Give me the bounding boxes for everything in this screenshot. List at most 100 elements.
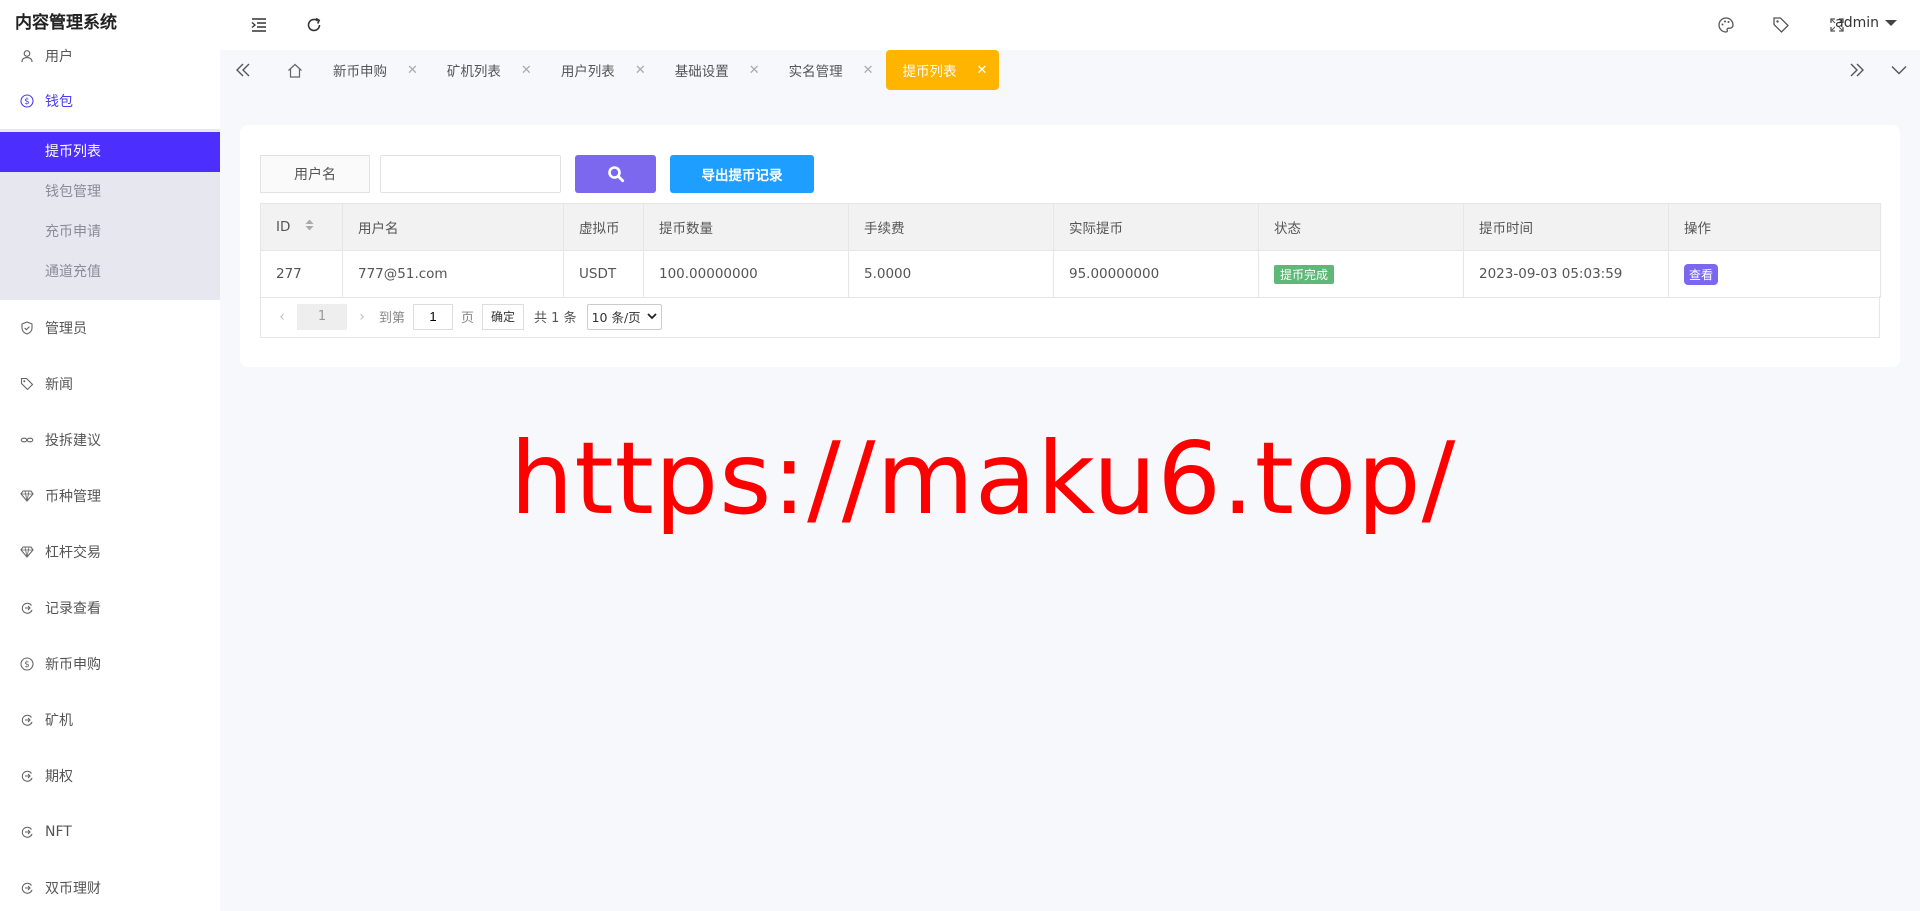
column-header-action: 操作 bbox=[1668, 203, 1881, 251]
username-label: 用户名 bbox=[260, 155, 370, 193]
svg-text:$: $ bbox=[24, 660, 29, 670]
tab-scroll-right-button[interactable] bbox=[1836, 50, 1878, 90]
tab-miner-list[interactable]: 矿机列表 ✕ bbox=[430, 50, 544, 90]
circle-arrow-icon bbox=[21, 826, 33, 838]
current-page: 1 bbox=[297, 303, 347, 330]
chevron-down-icon bbox=[647, 313, 657, 320]
sidebar-item-news[interactable]: 新闻 bbox=[0, 356, 220, 412]
circle-arrow-icon bbox=[21, 714, 33, 726]
sidebar-item-miner[interactable]: 矿机 bbox=[0, 692, 220, 748]
view-button[interactable]: 查看 bbox=[1684, 263, 1719, 285]
tab-real-name[interactable]: 实名管理 ✕ bbox=[772, 50, 886, 90]
cell-status: 提币完成 bbox=[1258, 250, 1464, 298]
collapse-menu-button[interactable] bbox=[248, 14, 270, 36]
sidebar-item-label: 双币理财 bbox=[45, 881, 101, 897]
sidebar-item-wallet[interactable]: $ 钱包 bbox=[0, 73, 220, 129]
tab-label: 提币列表 bbox=[902, 64, 957, 80]
tab-home[interactable] bbox=[274, 50, 316, 90]
column-header-label: ID bbox=[276, 219, 291, 235]
double-chevron-left-icon bbox=[236, 63, 250, 77]
column-header-id[interactable]: ID bbox=[260, 203, 343, 251]
sidebar-item-admin[interactable]: 管理员 bbox=[0, 300, 220, 356]
sidebar-menu: 用户 $ 钱包 提币列表 钱包管理 充币申请 通道充值 管理员 新闻 投拆建议 … bbox=[0, 39, 220, 911]
tab-new-coin-subscribe[interactable]: 新币申购 ✕ bbox=[316, 50, 430, 90]
column-header-status: 状态 bbox=[1258, 203, 1464, 251]
search-button[interactable] bbox=[575, 155, 656, 193]
sidebar-item-leverage[interactable]: 杠杆交易 bbox=[0, 524, 220, 580]
home-icon bbox=[288, 63, 302, 78]
table-row: 277 777@51.com USDT 100.00000000 5.0000 … bbox=[260, 250, 1881, 298]
cell-amount: 100.00000000 bbox=[643, 250, 849, 298]
cell-actual: 95.00000000 bbox=[1053, 250, 1259, 298]
tab-withdraw-list[interactable]: 提币列表 ✕ bbox=[885, 50, 1000, 90]
sidebar-item-records[interactable]: 记录查看 bbox=[0, 580, 220, 636]
caret-down-icon bbox=[1885, 20, 1897, 26]
cell-username: 777@51.com bbox=[342, 250, 564, 298]
next-page-icon[interactable]: › bbox=[353, 309, 371, 325]
sidebar-subitem-deposit-apply[interactable]: 充币申请 bbox=[0, 212, 220, 252]
column-header-username: 用户名 bbox=[342, 203, 564, 251]
close-icon[interactable]: ✕ bbox=[407, 63, 418, 78]
close-icon[interactable]: ✕ bbox=[635, 63, 646, 78]
tab-bar: 新币申购 ✕ 矿机列表 ✕ 用户列表 ✕ 基础设置 ✕ 实名管理 ✕ 提币列表 … bbox=[220, 50, 1920, 90]
dollar-circle-icon: $ bbox=[20, 94, 34, 108]
circle-arrow-icon bbox=[21, 602, 33, 614]
search-row: 用户名 导出提币记录 bbox=[260, 155, 814, 193]
page-size-select[interactable]: 10 条/页 bbox=[586, 303, 662, 330]
sidebar-item-label: 新闻 bbox=[45, 377, 73, 393]
sidebar-item-label: 币种管理 bbox=[45, 489, 101, 505]
close-icon[interactable]: ✕ bbox=[863, 63, 874, 78]
palette-icon[interactable] bbox=[1716, 15, 1736, 35]
tab-scroll-left-button[interactable] bbox=[222, 50, 264, 90]
shield-icon bbox=[21, 321, 33, 335]
chevron-down-icon bbox=[1891, 66, 1907, 75]
sidebar-item-nft[interactable]: NFT bbox=[0, 804, 220, 860]
indent-icon bbox=[251, 18, 266, 32]
link-icon bbox=[20, 437, 34, 443]
cell-action: 查看 bbox=[1668, 250, 1881, 298]
goto-page-input[interactable] bbox=[413, 303, 454, 330]
withdraw-list-card: 用户名 导出提币记录 ID 用户名 虚拟币 提币数量 手续费 实际提币 状态 提… bbox=[240, 125, 1900, 367]
username-search-input[interactable] bbox=[380, 155, 561, 193]
page-unit-label: 页 bbox=[461, 311, 475, 326]
export-withdraw-records-button[interactable]: 导出提币记录 bbox=[670, 155, 814, 193]
sidebar-item-label: NFT bbox=[45, 824, 72, 840]
app-root: 内容管理系统 用户 $ 钱包 提币列表 钱包管理 充币申请 通道充值 管理员 新… bbox=[0, 0, 1920, 911]
search-icon bbox=[607, 166, 624, 183]
refresh-button[interactable] bbox=[303, 14, 325, 36]
circle-arrow-icon bbox=[21, 770, 33, 782]
sidebar-item-coin-manage[interactable]: 币种管理 bbox=[0, 468, 220, 524]
sidebar-subitem-withdraw-list[interactable]: 提币列表 bbox=[0, 132, 220, 172]
sidebar-item-label: 期权 bbox=[45, 769, 73, 785]
diamond-icon bbox=[20, 490, 34, 502]
sidebar-item-complaints[interactable]: 投拆建议 bbox=[0, 412, 220, 468]
user-menu[interactable]: admin bbox=[1835, 15, 1897, 31]
tab-label: 基础设置 bbox=[674, 64, 729, 80]
close-icon[interactable]: ✕ bbox=[977, 63, 988, 78]
table-header-row: ID 用户名 虚拟币 提币数量 手续费 实际提币 状态 提币时间 操作 bbox=[260, 203, 1881, 251]
sort-icon[interactable] bbox=[305, 219, 314, 235]
column-header-fee: 手续费 bbox=[848, 203, 1054, 251]
sidebar-subitem-channel-recharge[interactable]: 通道充值 bbox=[0, 252, 220, 292]
tab-user-list[interactable]: 用户列表 ✕ bbox=[544, 50, 658, 90]
close-icon[interactable]: ✕ bbox=[749, 63, 760, 78]
tab-label: 矿机列表 bbox=[446, 64, 501, 80]
tag-icon[interactable] bbox=[1771, 15, 1791, 35]
tag-icon bbox=[20, 377, 34, 391]
dollar-circle-icon: $ bbox=[20, 657, 34, 671]
tab-menu-button[interactable] bbox=[1878, 50, 1920, 90]
column-header-time: 提币时间 bbox=[1463, 203, 1669, 251]
sidebar-item-dual-currency[interactable]: 双币理财 bbox=[0, 860, 220, 911]
close-icon[interactable]: ✕ bbox=[521, 63, 532, 78]
sidebar-item-options[interactable]: 期权 bbox=[0, 748, 220, 804]
prev-page-icon[interactable]: ‹ bbox=[273, 309, 291, 325]
tab-basic-settings[interactable]: 基础设置 ✕ bbox=[658, 50, 772, 90]
sidebar-subitem-wallet-manage[interactable]: 钱包管理 bbox=[0, 172, 220, 212]
cell-coin: USDT bbox=[563, 250, 644, 298]
sidebar-item-new-coin[interactable]: $ 新币申购 bbox=[0, 636, 220, 692]
column-header-actual: 实际提币 bbox=[1053, 203, 1259, 251]
sidebar: 内容管理系统 用户 $ 钱包 提币列表 钱包管理 充币申请 通道充值 管理员 新… bbox=[0, 0, 220, 911]
goto-confirm-button[interactable]: 确定 bbox=[482, 303, 525, 330]
pagination: ‹ 1 › 到第 页 确定 共 1 条 10 条/页 bbox=[260, 296, 1880, 338]
total-count: 共 1 条 bbox=[534, 311, 577, 326]
